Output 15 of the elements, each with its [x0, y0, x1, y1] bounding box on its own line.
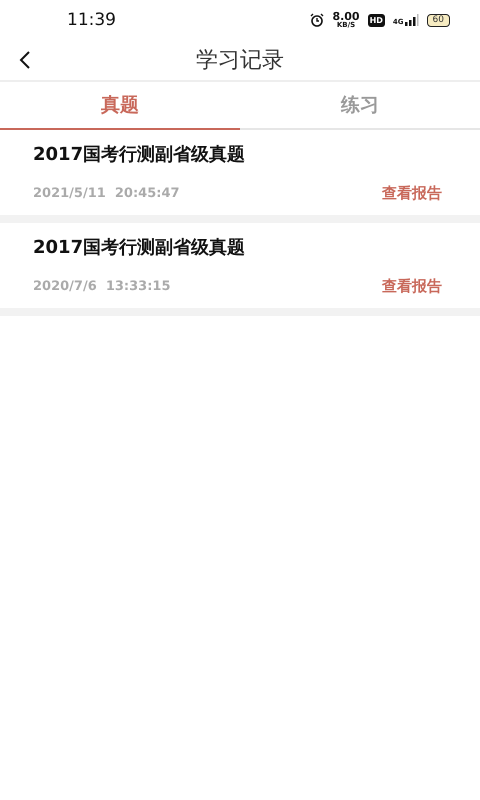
view-report-link[interactable]: 查看报告 [382, 184, 442, 203]
record-title: 2017国考行测副省级真题 [33, 143, 246, 166]
hd-icon: HD [368, 14, 385, 26]
view-report-link[interactable]: 查看报告 [382, 277, 442, 296]
record-time: 2020/7/6 13:33:15 [33, 279, 170, 294]
network-speed: 8.00 [332, 11, 360, 22]
back-icon[interactable] [18, 51, 32, 69]
page-title: 学习记录 [196, 47, 284, 75]
record-title: 2017国考行测副省级真题 [33, 236, 246, 259]
tab[interactable]: 练习 [240, 82, 480, 130]
alarm-icon [310, 13, 324, 27]
status-time: 11:39 [67, 10, 117, 30]
record-time: 2021/5/11 20:45:47 [33, 186, 180, 201]
signal-icon [404, 14, 419, 26]
battery-icon: 60 [426, 14, 450, 26]
